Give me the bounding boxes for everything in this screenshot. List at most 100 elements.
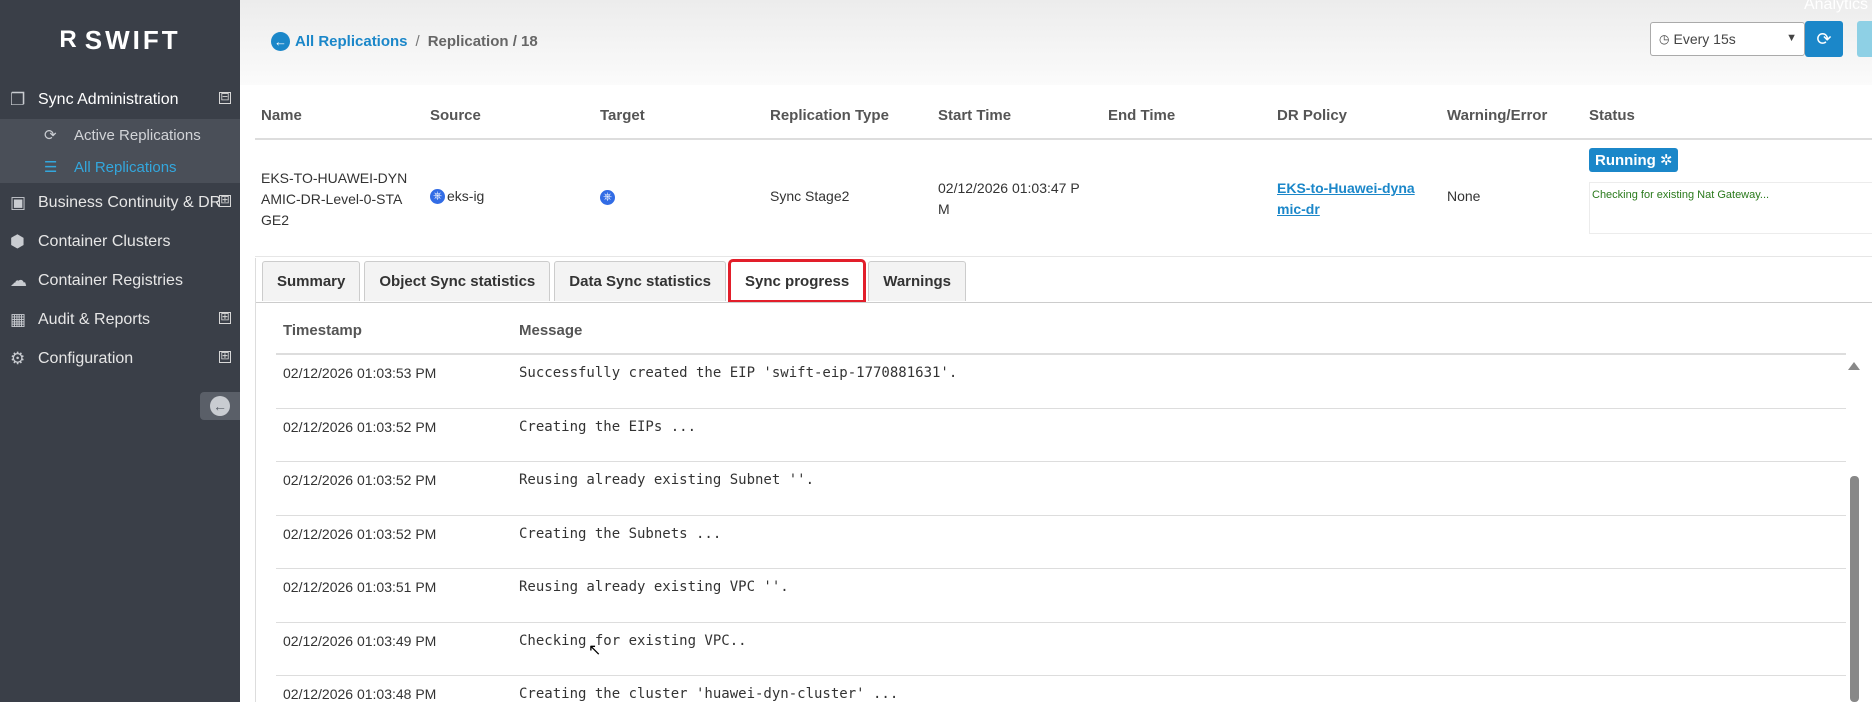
column-header-status: Status xyxy=(1589,107,1635,124)
brand-name: SWIFT xyxy=(84,24,181,55)
details-tabs: Summary Object Sync statistics Data Sync… xyxy=(262,259,967,303)
scroll-up-icon[interactable] xyxy=(1848,362,1860,370)
tab-object-sync-statistics[interactable]: Object Sync statistics xyxy=(364,261,551,301)
table-row: 02/12/2026 01:03:49 PM Checking for exis… xyxy=(276,623,1846,676)
copy-icon: ❐ xyxy=(10,89,26,109)
sidebar-item-label: Active Replications xyxy=(74,126,201,144)
table-header: Timestamp Message xyxy=(276,314,1846,355)
table-icon: ▦ xyxy=(10,309,27,329)
table-row: 02/12/2026 01:03:51 PM Reusing already e… xyxy=(276,569,1846,623)
tab-warnings[interactable]: Warnings xyxy=(868,261,967,301)
row-message: Creating the EIPs ... xyxy=(519,418,697,435)
sidebar-item-business-continuity[interactable]: ▣ Business Continuity & DR ⊞ xyxy=(0,183,240,222)
column-header-name: Name xyxy=(261,107,302,124)
tab-sync-progress[interactable]: Sync progress xyxy=(728,259,867,303)
refresh-icon: ⟳ xyxy=(44,127,57,144)
chevron-down-icon: ▼ xyxy=(1786,32,1797,44)
row-timestamp: 02/12/2026 01:03:53 PM xyxy=(283,365,437,381)
dr-policy-link[interactable]: EKS-to-Huawei-dynamic-dr xyxy=(1277,178,1422,220)
collapse-icon[interactable]: ⊟ xyxy=(219,92,231,104)
column-header-source: Source xyxy=(430,107,481,124)
back-arrow-icon[interactable]: ← xyxy=(271,32,290,51)
sidebar-item-active-replications[interactable]: ⟳ Active Replications xyxy=(0,119,240,151)
table-header: Name Source Target Replication Type Star… xyxy=(255,100,1872,140)
row-timestamp: 02/12/2026 01:03:48 PM xyxy=(283,686,437,702)
sidebar: R SWIFT ❐ Sync Administration ⊟ ⟳ Active… xyxy=(0,0,240,702)
list-icon: ☰ xyxy=(44,159,58,176)
gears-icon: ⚙ xyxy=(10,348,26,368)
table-row: 02/12/2026 01:03:52 PM Reusing already e… xyxy=(276,462,1846,516)
arrow-left-icon: ← xyxy=(210,396,230,416)
table-row: EKS-TO-HUAWEI-DYNAMIC-DR-Level-0-STAGE2 … xyxy=(255,140,1872,257)
scrollbar-thumb[interactable] xyxy=(1850,476,1859,702)
log-scrollbar[interactable] xyxy=(1847,356,1861,702)
table-row: 02/12/2026 01:03:53 PM Successfully crea… xyxy=(276,355,1846,409)
column-header-message: Message xyxy=(519,322,583,339)
replication-target: ⎈ xyxy=(600,187,615,205)
sidebar-collapse-button[interactable]: ← xyxy=(200,392,240,420)
row-message: Creating the cluster 'huawei-dyn-cluster… xyxy=(519,686,899,702)
replication-source: ⎈ eks-ig xyxy=(430,188,484,204)
details-tabs-area: Summary Object Sync statistics Data Sync… xyxy=(255,258,1872,702)
expand-icon[interactable]: ⊞ xyxy=(219,195,231,207)
analytics-link[interactable]: Analytics xyxy=(1804,0,1868,14)
spinner-icon: ✲ xyxy=(1659,152,1673,169)
table-row: 02/12/2026 01:03:52 PM Creating the Subn… xyxy=(276,516,1846,569)
expand-icon[interactable]: ⊞ xyxy=(219,351,231,363)
row-message: Reusing already existing Subnet ''. xyxy=(519,472,815,488)
sidebar-item-audit-reports[interactable]: ▦ Audit & Reports ⊞ xyxy=(0,300,240,339)
column-header-dr-policy: DR Policy xyxy=(1277,107,1348,124)
server-icon: ▣ xyxy=(10,192,27,212)
column-header-target: Target xyxy=(600,107,645,124)
sidebar-item-label: Configuration xyxy=(38,349,134,367)
brand-mark: R xyxy=(59,26,77,53)
cube-icon: ⬢ xyxy=(10,231,25,251)
sidebar-item-all-replications[interactable]: ☰ All Replications xyxy=(0,151,240,183)
cloud-icon: ☁ xyxy=(10,270,27,290)
kubernetes-icon: ⎈ xyxy=(430,188,445,204)
row-message: Successfully created the EIP 'swift-eip-… xyxy=(519,365,958,381)
table-row: 02/12/2026 01:03:52 PM Creating the EIPs… xyxy=(276,409,1846,462)
breadcrumb: ← All Replications / Replication / 18 xyxy=(271,32,538,51)
tab-summary[interactable]: Summary xyxy=(262,261,361,301)
column-header-timestamp: Timestamp xyxy=(283,322,362,339)
breadcrumb-separator: / xyxy=(415,33,420,50)
row-timestamp: 02/12/2026 01:03:52 PM xyxy=(283,418,437,435)
table-row: 02/12/2026 01:03:48 PM Creating the clus… xyxy=(276,676,1846,702)
status-badge: Running ✲ xyxy=(1589,148,1679,172)
sidebar-item-label: Audit & Reports xyxy=(38,310,151,328)
sidebar-item-sync-administration[interactable]: ❐ Sync Administration ⊟ xyxy=(0,80,240,119)
sidebar-item-configuration[interactable]: ⚙ Configuration ⊞ xyxy=(0,339,240,378)
tab-data-sync-statistics[interactable]: Data Sync statistics xyxy=(554,261,727,301)
row-message: Creating the Subnets ... xyxy=(519,525,722,542)
sidebar-item-label: Business Continuity & DR xyxy=(38,193,222,211)
refresh-button[interactable]: ⟳ xyxy=(1805,21,1843,57)
filter-button[interactable] xyxy=(1857,21,1872,57)
breadcrumb-all-replications-link[interactable]: All Replications xyxy=(295,33,408,50)
sidebar-item-label: Container Registries xyxy=(38,271,183,289)
status-message: Checking for existing Nat Gateway... xyxy=(1589,182,1872,234)
column-header-end-time: End Time xyxy=(1108,107,1176,124)
sidebar-item-container-registries[interactable]: ☁ Container Registries xyxy=(0,261,240,300)
row-timestamp: 02/12/2026 01:03:52 PM xyxy=(283,525,437,542)
row-timestamp: 02/12/2026 01:03:52 PM xyxy=(283,472,437,488)
refresh-icon: ⟳ xyxy=(1816,29,1832,49)
replication-table: Name Source Target Replication Type Star… xyxy=(255,100,1872,257)
mouse-cursor-icon: ↖ xyxy=(588,642,602,659)
sync-progress-table: Timestamp Message 02/12/2026 01:03:53 PM… xyxy=(276,314,1846,702)
sidebar-item-container-clusters[interactable]: ⬢ Container Clusters xyxy=(0,222,240,261)
refresh-interval-value: Every 15s xyxy=(1673,31,1736,47)
sidebar-nav: ❐ Sync Administration ⊟ ⟳ Active Replica… xyxy=(0,80,240,378)
source-cluster-name: eks-ig xyxy=(447,188,485,204)
page-header: ← All Replications / Replication / 18 An… xyxy=(240,0,1872,85)
refresh-interval-select[interactable]: ◷ Every 15s ▼ xyxy=(1650,22,1805,56)
tab-divider xyxy=(256,302,1872,303)
sidebar-item-label: Sync Administration xyxy=(38,90,179,108)
expand-icon[interactable]: ⊞ xyxy=(219,312,231,324)
replication-type: Sync Stage2 xyxy=(770,188,850,204)
status-label: Running xyxy=(1595,151,1656,169)
brand-logo[interactable]: R SWIFT xyxy=(0,0,240,80)
row-timestamp: 02/12/2026 01:03:49 PM xyxy=(283,632,437,649)
clock-icon: ◷ xyxy=(1659,32,1670,46)
column-header-start-time: Start Time xyxy=(938,107,1012,124)
